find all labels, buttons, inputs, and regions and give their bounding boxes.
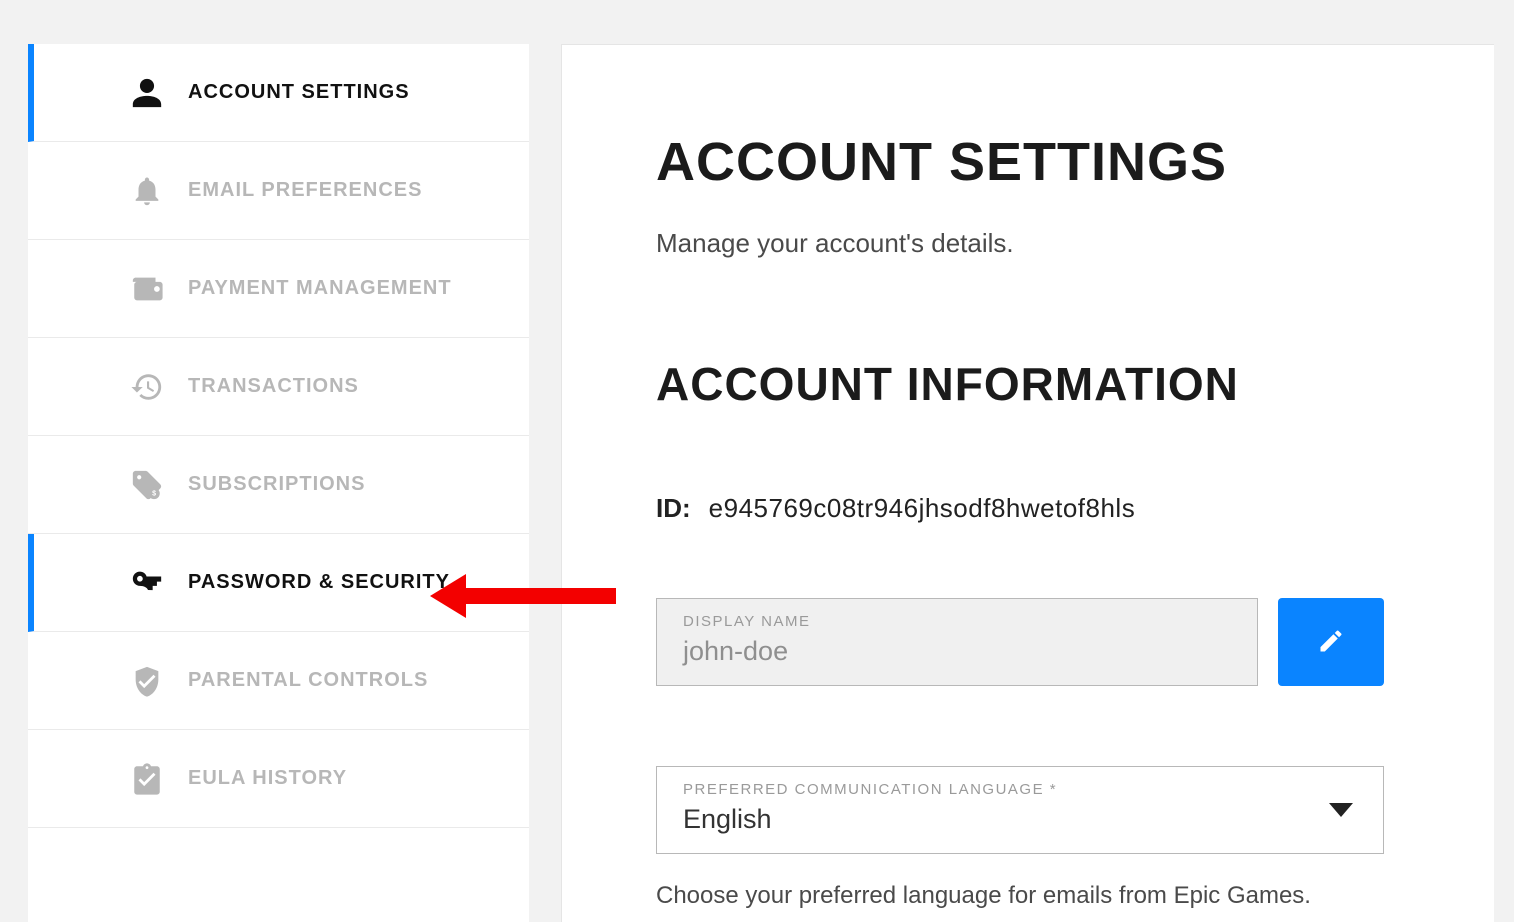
wallet-icon: [128, 270, 166, 308]
language-select[interactable]: PREFERRED COMMUNICATION LANGUAGE * Engli…: [656, 766, 1384, 854]
account-id-label: ID:: [656, 493, 691, 524]
chevron-down-icon: [1329, 803, 1353, 817]
display-name-field: DISPLAY NAME john-doe: [656, 598, 1258, 686]
display-name-label: DISPLAY NAME: [683, 613, 1231, 630]
history-icon: [128, 368, 166, 406]
section-title: ACCOUNT INFORMATION: [656, 357, 1494, 411]
sidebar-item-label: EULA HISTORY: [188, 767, 347, 790]
account-id-value: e945769c08tr946jhsodf8hwetof8hls: [709, 493, 1136, 524]
sidebar-item-label: TRANSACTIONS: [188, 375, 359, 398]
display-name-value: john-doe: [683, 636, 1231, 667]
sidebar-item-parental-controls[interactable]: PARENTAL CONTROLS: [28, 632, 529, 730]
sidebar-item-subscriptions[interactable]: $ SUBSCRIPTIONS: [28, 436, 529, 534]
bell-icon: [128, 172, 166, 210]
pencil-icon: [1317, 627, 1345, 658]
svg-text:$: $: [152, 489, 156, 497]
language-value: English: [683, 804, 1357, 835]
sidebar-item-label: ACCOUNT SETTINGS: [188, 81, 410, 104]
person-icon: [128, 74, 166, 112]
sidebar-item-label: SUBSCRIPTIONS: [188, 473, 365, 496]
key-icon: [128, 564, 166, 602]
page-subtitle: Manage your account's details.: [656, 228, 1494, 259]
sidebar-item-label: PAYMENT MANAGEMENT: [188, 277, 452, 300]
sidebar-item-eula-history[interactable]: EULA HISTORY: [28, 730, 529, 828]
sidebar-item-email-preferences[interactable]: EMAIL PREFERENCES: [28, 142, 529, 240]
shield-check-icon: [128, 662, 166, 700]
page-title: ACCOUNT SETTINGS: [656, 133, 1494, 192]
sidebar: ACCOUNT SETTINGS EMAIL PREFERENCES PAYME…: [28, 44, 529, 922]
sidebar-item-account-settings[interactable]: ACCOUNT SETTINGS: [28, 44, 529, 142]
sidebar-item-label: PARENTAL CONTROLS: [188, 669, 428, 692]
main-content: ACCOUNT SETTINGS Manage your account's d…: [561, 44, 1494, 922]
clipboard-check-icon: [128, 760, 166, 798]
language-label: PREFERRED COMMUNICATION LANGUAGE *: [683, 781, 1357, 798]
language-helper-text: Choose your preferred language for email…: [656, 882, 1494, 910]
account-id-row: ID: e945769c08tr946jhsodf8hwetof8hls: [656, 493, 1494, 524]
edit-display-name-button[interactable]: [1278, 598, 1384, 686]
sidebar-item-label: PASSWORD & SECURITY: [188, 571, 450, 594]
sidebar-item-label: EMAIL PREFERENCES: [188, 179, 422, 202]
sidebar-item-password-security[interactable]: PASSWORD & SECURITY: [28, 534, 529, 632]
tag-icon: $: [128, 466, 166, 504]
sidebar-item-transactions[interactable]: TRANSACTIONS: [28, 338, 529, 436]
sidebar-item-payment-management[interactable]: PAYMENT MANAGEMENT: [28, 240, 529, 338]
